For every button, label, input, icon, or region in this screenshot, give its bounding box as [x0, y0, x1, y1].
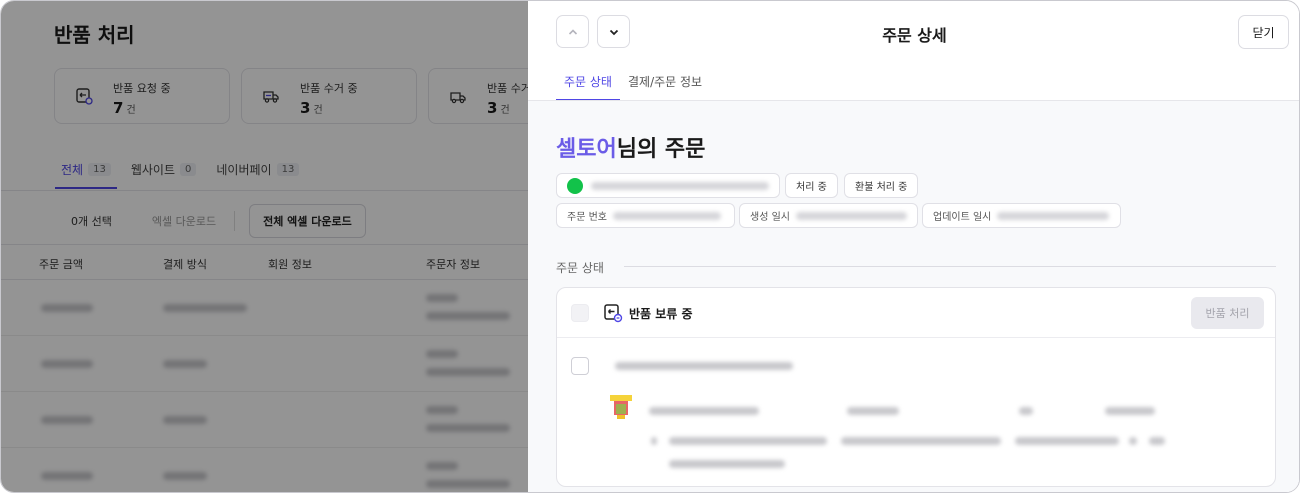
order-detail-drawer: 주문 상세 닫기 주문 상태 결제/주문 정보 셀토어님의 주문 처리 중 환불… — [528, 1, 1299, 492]
redacted-value — [847, 407, 899, 415]
return-status-label: 반품 보류 중 — [629, 307, 693, 321]
created-at-chip: 생성 일시 — [739, 203, 918, 228]
redacted-value — [841, 437, 1001, 445]
detail-tabs: 주문 상태 결제/주문 정보 — [556, 73, 710, 101]
redacted-value — [669, 437, 827, 445]
redacted-value — [1149, 437, 1165, 445]
redacted-value — [997, 211, 1110, 220]
redacted-value — [1129, 437, 1137, 445]
redacted-value — [651, 437, 657, 445]
redacted-value — [795, 211, 907, 220]
divider — [624, 266, 1276, 267]
order-number-chip: 주문 번호 — [556, 203, 735, 228]
redacted-value — [1019, 407, 1033, 415]
drawer-title: 주문 상세 — [882, 26, 947, 45]
select-all-checkbox[interactable] — [571, 304, 589, 322]
naverpay-icon — [567, 177, 583, 194]
item-checkbox[interactable] — [571, 357, 589, 375]
return-status-card: 반품 보류 중 반품 처리 — [556, 287, 1276, 487]
process-return-button[interactable]: 반품 처리 — [1191, 297, 1264, 329]
divider — [528, 100, 1299, 101]
close-button[interactable]: 닫기 — [1238, 15, 1289, 49]
redacted-value — [1015, 437, 1119, 445]
updated-at-chip: 업데이트 일시 — [922, 203, 1121, 228]
redacted-value — [612, 211, 721, 220]
customer-name: 셀토어 — [556, 137, 617, 162]
return-hold-icon — [604, 304, 623, 323]
channel-chip — [556, 173, 780, 198]
redacted-value — [615, 362, 793, 370]
card-header: 반품 보류 중 반품 처리 — [557, 288, 1275, 338]
redacted-value — [591, 181, 769, 190]
product-thumbnail — [610, 395, 632, 419]
modal-backdrop[interactable] — [1, 1, 528, 492]
redacted-value — [669, 460, 785, 468]
redacted-value — [649, 407, 759, 415]
section-title: 주문 상태 — [556, 261, 604, 275]
redacted-value — [1105, 407, 1155, 415]
tab-order-status[interactable]: 주문 상태 — [556, 73, 620, 101]
refund-processing-badge: 환불 처리 중 — [844, 173, 919, 198]
processing-badge: 처리 중 — [785, 173, 838, 198]
app-window: 반품 처리 반품 요청 중 7건 반품 수거 중 3건 반품 수거 3 건 전체… — [0, 0, 1300, 493]
tab-payment-order-info[interactable]: 결제/주문 정보 — [620, 73, 710, 101]
order-title: 셀토어님의 주문 — [556, 137, 706, 162]
